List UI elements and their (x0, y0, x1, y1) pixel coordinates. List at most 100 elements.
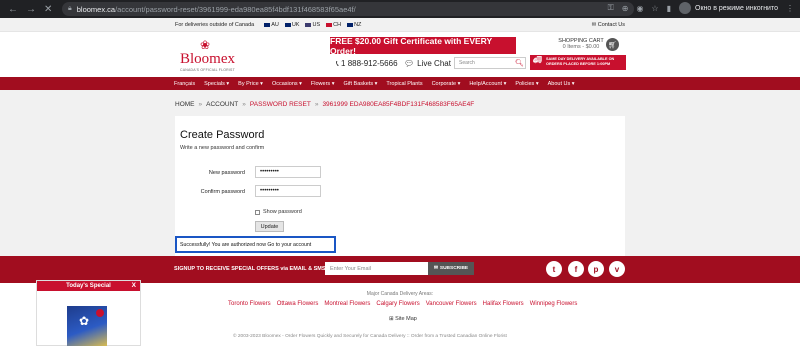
lock-icon: 🔒︎ (68, 5, 72, 12)
nav-item-francais[interactable]: Français (174, 81, 195, 87)
copyright: © 2003-2023 Bloomex - Order Flowers Quic… (233, 334, 507, 339)
new-password-label: New password (208, 170, 245, 176)
form-intro: Write a new password and confirm (180, 145, 265, 151)
flag-uk[interactable]: UK (284, 22, 299, 28)
city-link-ottawa[interactable]: Ottawa Flowers (277, 301, 319, 307)
pinterest-icon[interactable]: p (588, 261, 604, 277)
new-password-input[interactable]: ••••••••• (255, 166, 321, 178)
city-links: Toronto Flowers Ottawa Flowers Montreal … (228, 301, 577, 307)
subscribe-button[interactable]: ✉ SUBSCRIBE (428, 262, 474, 275)
flag-icon (284, 22, 291, 27)
show-password-checkbox[interactable]: Show password (255, 209, 302, 215)
rose-icon: ❀ (200, 38, 211, 52)
nav-item-tropical-plants[interactable]: Tropical Plants (386, 81, 422, 87)
promo-banner[interactable]: FREE $20.00 Gift Certificate with EVERY … (330, 36, 516, 56)
flag-ch[interactable]: CH (326, 22, 341, 28)
url-path: /account/password-reset/3961999-eda980ea… (115, 4, 356, 14)
sidebar-icon[interactable]: ▮ (667, 4, 671, 13)
main-nav: Français Specials ▾ By Price ▾ Occasions… (0, 77, 800, 90)
success-message[interactable]: Successfully! You are authorized now Go … (175, 236, 336, 253)
city-link-vancouver[interactable]: Vancouver Flowers (426, 301, 477, 307)
special-product-image[interactable]: ✿ (67, 306, 107, 346)
contact-us-link[interactable]: ✉ Contact Us (592, 22, 625, 28)
show-password-label: Show password (263, 209, 302, 215)
nav-item-help-account[interactable]: Help/Account ▾ (469, 81, 506, 87)
sitemap-icon: ⊞ (389, 316, 394, 322)
logo-name: Bloomex (180, 51, 235, 67)
page-title: Create Password (180, 129, 265, 141)
flag-icon (326, 22, 333, 27)
shopping-cart[interactable]: SHOPPING CART 0 Items - $0.00 (558, 38, 604, 50)
update-button[interactable]: Update (255, 221, 284, 232)
confirm-password-input[interactable]: ••••••••• (255, 185, 321, 197)
create-password-card: Create Password Write a new password and… (175, 116, 625, 256)
browser-actions: ⚿ ⊕ ◉ ☆ ▮ Окно в режиме инкогнито ⋮ (608, 2, 794, 14)
zoom-icon[interactable]: ⊕ (622, 4, 629, 13)
bloomex-logo[interactable]: ❀ Bloomex CANADA'S OFFICIAL FLORIST (180, 38, 250, 74)
mail-icon: ✉ (433, 266, 438, 271)
checkbox-icon (255, 209, 260, 215)
nav-item-policies[interactable]: Policies ▾ (515, 81, 538, 87)
stop-icon[interactable]: ✕ (44, 4, 52, 15)
same-day-delivery-banner: 🚚︎ SAME DAY DELIVERY AVAILABLE ON ORDERS… (530, 55, 626, 70)
twitter-icon[interactable]: t (546, 261, 562, 277)
city-link-winnipeg[interactable]: Winnipeg Flowers (530, 301, 578, 307)
eye-off-icon[interactable]: ◉ (636, 4, 643, 13)
nav-item-occasions[interactable]: Occasions ▾ (272, 81, 302, 87)
star-icon[interactable]: ☆ (651, 4, 658, 13)
phone-number[interactable]: 📞︎ 1 888-912-5666 (336, 59, 398, 69)
breadcrumb-token: 3961999 EDA980EA85F4BDF131F468583F65AE4F (322, 101, 475, 108)
signup-bar: SIGNUP TO RECEIVE SPECIAL OFFERS via EMA… (0, 256, 800, 283)
address-bar[interactable]: 🔒︎ bloomex.ca /account/password-reset/39… (62, 2, 634, 16)
forward-icon[interactable]: → (26, 4, 36, 15)
menu-icon[interactable]: ⋮ (786, 4, 794, 13)
signup-text: SIGNUP TO RECEIVE SPECIAL OFFERS via EMA… (174, 266, 326, 272)
vk-icon[interactable]: v (609, 261, 625, 277)
back-icon[interactable]: ← (8, 4, 18, 15)
browser-nav: ← → ✕ (8, 4, 52, 15)
breadcrumb-separator: » (198, 101, 203, 108)
flag-icon (264, 22, 271, 27)
nav-item-corporate[interactable]: Corporate ▾ (432, 81, 461, 87)
incognito-label: Окно в режиме инкогнито (695, 4, 778, 12)
nav-item-by-price[interactable]: By Price ▾ (238, 81, 263, 87)
flower-icon: ✿ (79, 314, 90, 328)
flag-nz[interactable]: NZ (347, 22, 361, 28)
live-chat-button[interactable]: 💬︎ Live Chat (400, 58, 455, 69)
breadcrumb: HOME » ACCOUNT » PASSWORD RESET » 396199… (175, 101, 474, 108)
breadcrumb-password-reset[interactable]: PASSWORD RESET (250, 101, 311, 108)
close-icon[interactable]: X (132, 282, 136, 289)
incognito-avatar-icon (679, 2, 691, 14)
city-link-calgary[interactable]: Calgary Flowers (376, 301, 419, 307)
logo-tagline: CANADA'S OFFICIAL FLORIST (180, 68, 235, 72)
breadcrumb-separator: » (314, 101, 319, 108)
browser-toolbar: ← → ✕ 🔒︎ bloomex.ca /account/password-re… (0, 0, 800, 18)
truck-icon: 🚚︎ (533, 57, 542, 64)
flag-au[interactable]: AU (264, 22, 279, 28)
nav-item-flowers[interactable]: Flowers ▾ (311, 81, 335, 87)
cart-icon[interactable]: 🛒︎ (606, 38, 619, 51)
special-title: Today's Special (66, 283, 111, 289)
cart-items: 0 Items - $0.00 (562, 44, 600, 50)
city-link-toronto[interactable]: Toronto Flowers (228, 301, 271, 307)
nav-item-specials[interactable]: Specials ▾ (204, 81, 229, 87)
key-icon[interactable]: ⚿ (608, 3, 614, 13)
country-flags: AU UK US CH NZ (264, 22, 361, 28)
breadcrumb-account[interactable]: ACCOUNT (206, 101, 238, 108)
deliveries-text: For deliveries outside of Canada (175, 22, 255, 28)
swiss-badge-icon (96, 309, 104, 317)
city-link-montreal[interactable]: Montreal Flowers (324, 301, 370, 307)
site-map-link[interactable]: ⊞ Site Map (389, 316, 417, 322)
email-input[interactable]: Enter Your Email (325, 262, 428, 275)
search-icon[interactable]: 🔍︎ (515, 59, 524, 67)
nav-item-gift-baskets[interactable]: Gift Baskets ▾ (343, 81, 377, 87)
nav-item-about-us[interactable]: About Us ▾ (548, 81, 575, 87)
chat-icon: 💬︎ (404, 59, 415, 68)
facebook-icon[interactable]: f (568, 261, 584, 277)
city-link-halifax[interactable]: Halifax Flowers (483, 301, 524, 307)
flag-icon (347, 22, 354, 27)
todays-special-popup[interactable]: Today's Special X ✿ (36, 280, 141, 346)
incognito-badge[interactable]: Окно в режиме инкогнито (679, 2, 778, 14)
flag-us[interactable]: US (305, 22, 320, 28)
breadcrumb-home[interactable]: HOME (175, 101, 195, 108)
